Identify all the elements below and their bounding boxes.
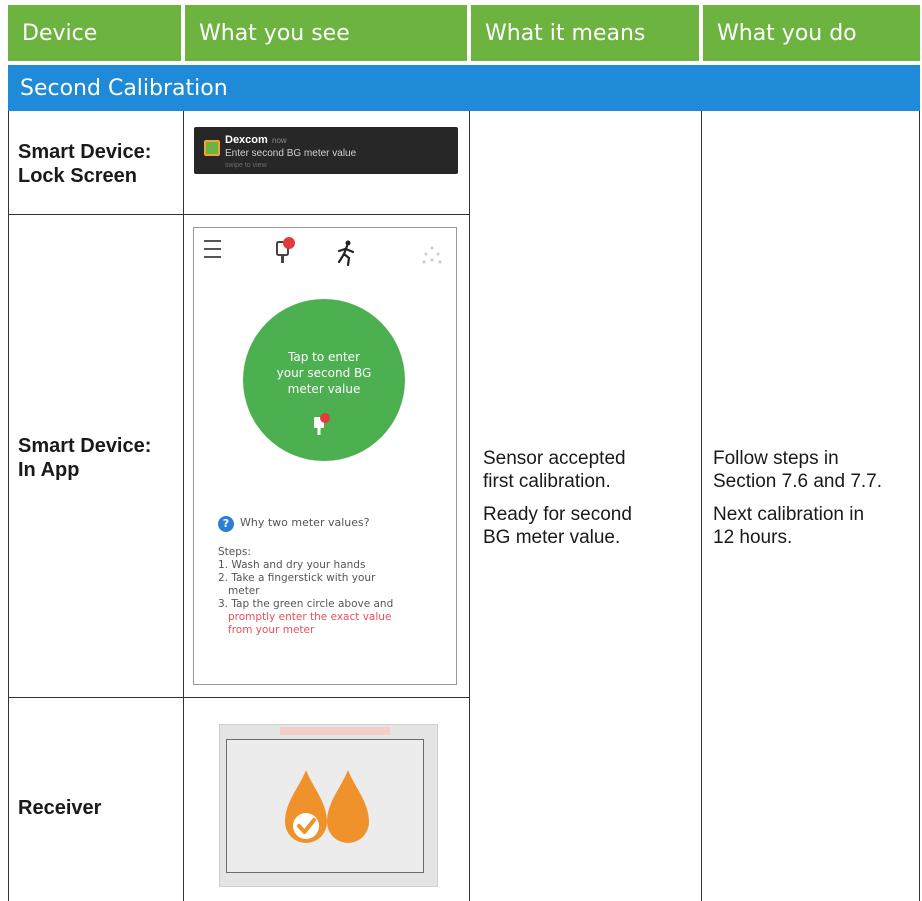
steps-list: Steps: 1. Wash and dry your hands 2. Tak… — [218, 546, 450, 637]
step-item: meter — [228, 585, 260, 597]
blood-meter-icon — [314, 413, 330, 435]
blood-meter-icon[interactable] — [274, 236, 296, 266]
why-link-text: Why two meter values? — [240, 516, 370, 529]
step-item: 1. Wash and dry your hands — [218, 559, 366, 571]
calibration-circle-button[interactable]: Tap to enter your second BG meter value — [243, 299, 405, 461]
means-line: Ready for second — [483, 504, 632, 525]
header-what-you-do-label: What you do — [717, 20, 857, 46]
device-in-app-line1: Smart Device: — [18, 435, 152, 457]
exercise-icon[interactable] — [334, 240, 358, 266]
lock-screen-notification[interactable]: Dexcom now Enter second BG meter value s… — [194, 127, 458, 174]
header-what-you-see: What you see — [185, 5, 467, 61]
header-what-it-means: What it means — [471, 5, 699, 61]
sensor-dots-icon[interactable] — [422, 246, 442, 266]
section-title-label: Second Calibration — [20, 75, 228, 101]
do-line: Follow steps in — [713, 448, 839, 469]
device-receiver: Receiver — [18, 796, 101, 820]
notification-message: Enter second BG meter value — [225, 148, 357, 159]
circle-text-line: meter value — [287, 382, 361, 396]
device-lock-screen-line1: Smart Device: — [18, 141, 152, 163]
circle-text: Tap to enter your second BG meter value — [243, 349, 405, 397]
step-item: 3. Tap the green circle above and — [218, 598, 394, 610]
do-line: Section 7.6 and 7.7. — [713, 471, 883, 492]
device-in-app-line2: In App — [18, 459, 80, 481]
receiver-time-ticks — [260, 874, 425, 884]
calibration-drops-icon — [285, 770, 369, 843]
grid-line — [8, 697, 470, 698]
means-line: first calibration. — [483, 471, 611, 492]
grid-line — [469, 111, 470, 901]
receiver-display — [226, 739, 424, 873]
circle-text-line: your second BG — [276, 366, 372, 380]
what-you-do-text: Follow steps in Section 7.6 and 7.7. Nex… — [713, 447, 913, 549]
grid-line — [8, 214, 470, 215]
grid-line — [8, 111, 9, 901]
notification-hint: swipe to view — [225, 162, 267, 169]
header-device-label: Device — [22, 20, 98, 46]
what-it-means-text: Sensor accepted first calibration. Ready… — [483, 447, 693, 549]
app-screen: Tap to enter your second BG meter value … — [193, 227, 457, 685]
step-item-highlight: from your meter — [228, 624, 315, 636]
device-receiver-line1: Receiver — [18, 797, 102, 819]
grid-line — [919, 111, 920, 901]
grid-line — [701, 111, 702, 901]
steps-label: Steps: — [218, 546, 251, 558]
step-item-highlight: promptly enter the exact value — [228, 611, 392, 623]
header-what-it-means-label: What it means — [485, 20, 646, 46]
grid-line — [183, 111, 184, 901]
menu-icon[interactable] — [204, 240, 221, 258]
device-lock-screen-line2: Lock Screen — [18, 165, 137, 187]
section-title: Second Calibration — [8, 65, 920, 111]
circle-text-line: Tap to enter — [288, 350, 360, 364]
do-line: Next calibration in — [713, 504, 865, 525]
receiver-screen — [219, 724, 438, 887]
means-line: BG meter value. — [483, 527, 621, 548]
step-item: 2. Take a fingerstick with your — [218, 572, 376, 584]
notification-app-name: Dexcom — [225, 134, 268, 146]
notification-time: now — [272, 136, 287, 145]
dexcom-app-icon — [204, 140, 220, 156]
receiver-top-bar — [280, 727, 390, 735]
header-device: Device — [8, 5, 181, 61]
why-link[interactable]: ? Why two meter values? — [218, 516, 370, 532]
device-in-app: Smart Device: In App — [18, 434, 151, 482]
means-line: Sensor accepted — [483, 448, 626, 469]
device-lock-screen: Smart Device: Lock Screen — [18, 140, 151, 188]
header-what-you-do: What you do — [703, 5, 920, 61]
question-icon: ? — [218, 516, 234, 532]
header-what-you-see-label: What you see — [199, 20, 350, 46]
do-line: 12 hours. — [713, 527, 793, 548]
